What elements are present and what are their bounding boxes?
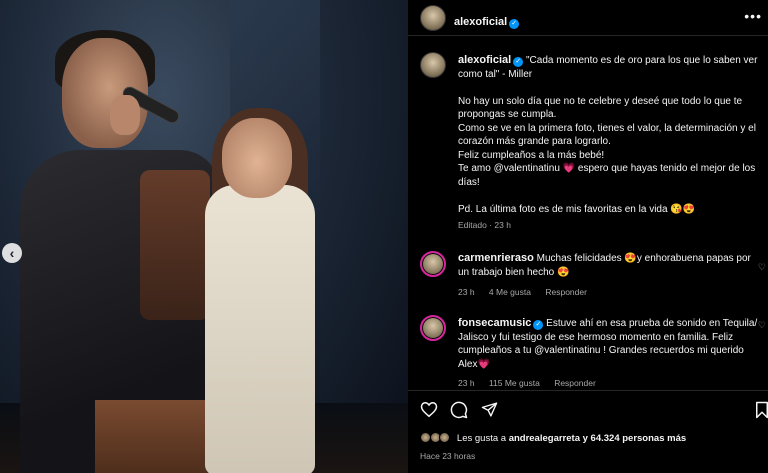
post-photo[interactable]: ‹ [0,0,408,473]
comment-likes[interactable]: 115 Me gusta [489,378,540,388]
post-panel: alexoficial ✓ ••• alexoficial ✓ "Cada mome… [408,0,768,473]
comment-meta: 23 h 4 Me gusta Responder [458,287,599,297]
post-timestamp: Hace 23 horas [420,451,476,461]
comment-like-icon[interactable]: ♡ [758,262,766,273]
caption-paragraph: No hay un solo día que no te celebre y d… [458,95,743,121]
caption-paragraph: Pd. La última foto es de mis favoritas e… [458,203,696,215]
caption-paragraph: Feliz cumpleaños a la más bebé! [458,149,605,161]
bookmark-icon[interactable] [754,401,768,419]
comment-item: carmenrieraso Muchas felicidades 😍y enho… [458,252,758,279]
commenter-avatar[interactable] [420,251,446,277]
caption-paragraph: Como se ve en la primera foto, tienes el… [458,122,756,148]
author-name-row: alexoficial ✓ [454,12,520,30]
comment-icon[interactable] [450,401,468,419]
verified-badge-icon: ✓ [513,57,524,67]
more-options-icon[interactable]: ••• [744,8,762,24]
comment-like-icon[interactable]: ♡ [758,320,766,331]
comment-time: 23 h [458,287,475,297]
likes-suffix[interactable]: y 64.324 personas más [583,433,687,444]
likes-user[interactable]: andrealegarreta [509,433,580,444]
commenter-avatar[interactable] [420,315,446,341]
singer-vest [140,170,210,320]
comment-item: fonsecamusic ✓ Estuve ahí en esa prueba d… [458,317,758,371]
comment-time: 23 h [458,378,475,388]
post-header: alexoficial ✓ ••• [408,0,768,36]
chevron-left-icon[interactable]: ‹ [2,243,22,263]
edited-label: Editado · 23 h [458,220,511,230]
comment-reply-button[interactable]: Responder [545,287,587,297]
pink-heart-emoji: 💗 [562,163,576,174]
author-avatar[interactable] [420,5,446,31]
caption-paragraph: Te amo @valentinatinu 💗 espero que hayas… [458,162,763,189]
caption-mention[interactable]: Te amo @valentinatinu [458,163,560,174]
comment-username[interactable]: fonsecamusic [458,317,531,329]
post-actions [408,390,768,430]
verified-badge-icon: ✓ [533,320,544,330]
singer-hand [110,95,140,135]
heart-outline-icon[interactable] [420,401,438,418]
post-caption: alexoficial ✓ "Cada momento es de oro par… [458,54,763,233]
author-username[interactable]: alexoficial [454,16,507,28]
caption-username[interactable]: alexoficial [458,54,511,66]
comment-meta: 23 h 115 Me gusta Responder [458,378,608,388]
child-head [222,118,292,198]
comment-likes[interactable]: 4 Me gusta [489,287,531,297]
verified-badge-icon: ✓ [509,19,520,29]
child-figure [205,185,315,473]
likes-prefix: Les gusta a [456,433,507,444]
comment-username[interactable]: carmenrieraso [458,252,534,264]
comment-reply-button[interactable]: Responder [554,378,596,388]
send-icon[interactable] [481,401,498,418]
liker-avatar [439,432,451,443]
caption-avatar[interactable] [420,52,446,78]
likes-summary[interactable]: Les gusta a andrealegarreta y 64.324 per… [420,432,686,444]
